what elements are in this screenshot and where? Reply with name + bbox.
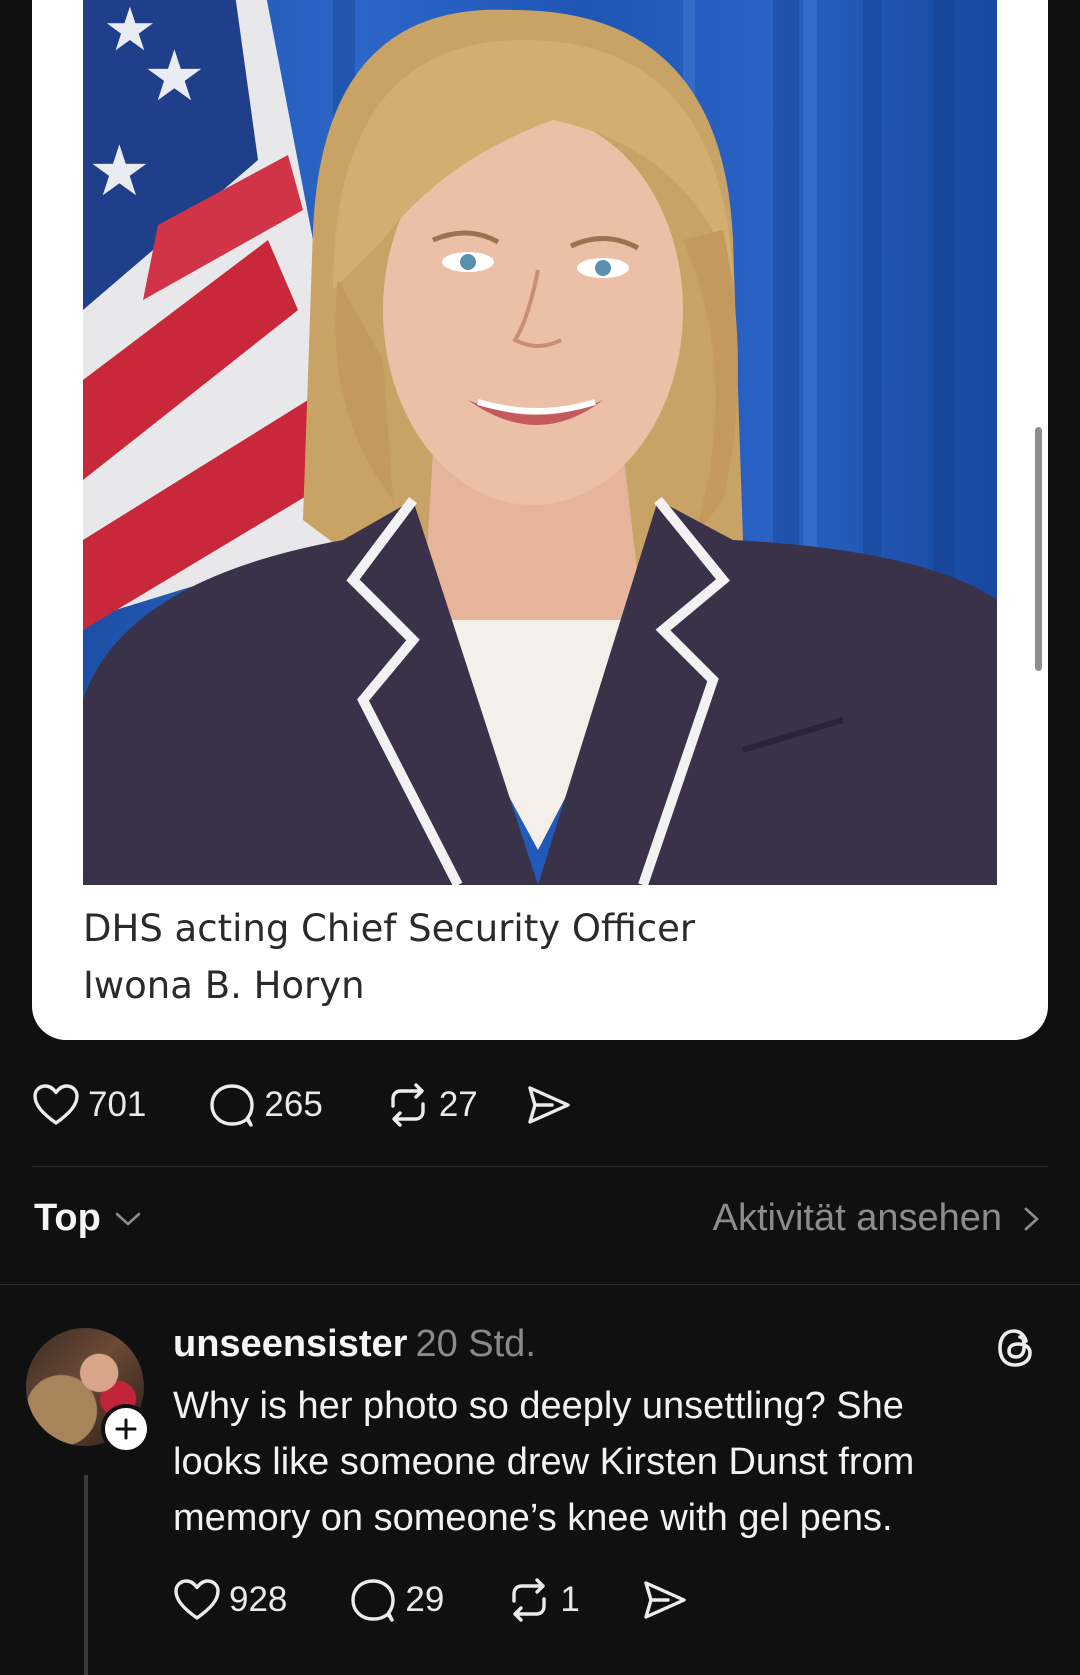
repost-arrows-icon [512,1578,547,1622]
embedded-image-card[interactable]: ★ ★ ★ DHS acting Chief Security Officer … [32,0,1048,1040]
send-icon [528,1086,570,1124]
thread-line [84,1475,88,1675]
svg-text:★: ★ [143,35,206,117]
comment-header: unseensister 20 Std. [173,1323,536,1366]
plus-icon [115,1418,137,1440]
comment-like-count: 928 [229,1580,288,1619]
comment-text: Why is her photo so deeply unsettling? S… [173,1378,1033,1546]
follow-button[interactable] [101,1404,151,1454]
speech-bubble-icon [351,1579,396,1622]
post-reply-count: 265 [264,1085,323,1124]
speech-bubble-icon [210,1084,255,1127]
comment-username[interactable]: unseensister [173,1323,407,1365]
post-like-button[interactable]: 701 [32,1083,146,1127]
heart-icon [33,1084,79,1125]
comment-reply-button[interactable]: 29 [349,1577,444,1623]
chevron-down-icon [115,1212,141,1225]
comment-repost-count: 1 [560,1580,580,1619]
comment-line: memory on someone’s knee with gel pens. [173,1497,893,1539]
comment-timestamp: 20 Std. [415,1323,536,1365]
section-divider [32,1166,1048,1167]
svg-text:★: ★ [88,130,151,212]
repost-arrows-icon [391,1083,425,1127]
post-reply-button[interactable]: 265 [208,1082,323,1128]
send-icon [644,1581,686,1619]
reply-sort-dropdown[interactable]: Top [34,1197,145,1240]
replies-divider [0,1284,1080,1285]
comment-reply-count: 29 [405,1580,445,1619]
post-repost-count: 27 [438,1085,478,1124]
caption-title: DHS acting Chief Security Officer [83,907,696,950]
heart-icon [174,1579,220,1620]
activity-label: Aktivität ansehen [712,1197,1002,1239]
carousel-scrollbar[interactable] [1035,427,1042,671]
post-repost-button[interactable]: 27 [385,1082,478,1128]
official-portrait-photo: ★ ★ ★ [83,0,997,885]
comment-share-button[interactable] [642,1579,688,1621]
chevron-right-icon [1024,1207,1039,1230]
comment-line: looks like someone drew Kirsten Dunst fr… [173,1441,915,1483]
comment-like-button[interactable]: 928 [173,1578,287,1622]
post-action-bar: 701 265 27 [32,1082,572,1128]
image-caption: DHS acting Chief Security Officer Iwona … [83,900,983,1014]
view-activity-link[interactable]: Aktivität ansehen [713,1197,1046,1240]
caption-name: Iwona B. Horyn [83,964,365,1007]
sort-label: Top [34,1197,101,1239]
comment-action-bar: 928 29 1 [173,1577,688,1623]
post-like-count: 701 [88,1085,147,1124]
threads-logo-icon[interactable] [995,1325,1037,1376]
comment-line: Why is her photo so deeply unsettling? S… [173,1385,904,1427]
post-share-button[interactable] [526,1084,572,1126]
comment-repost-button[interactable]: 1 [506,1577,580,1623]
